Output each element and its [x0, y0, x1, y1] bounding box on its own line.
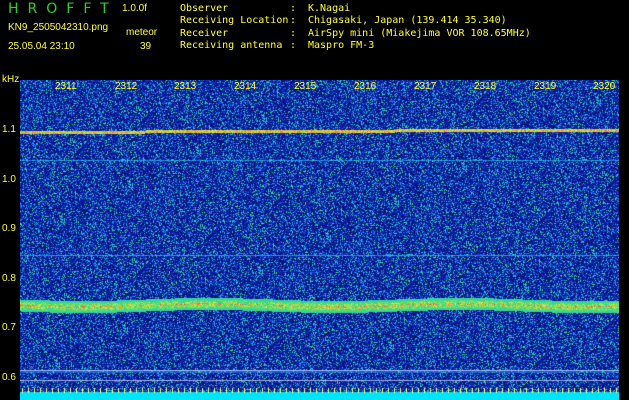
x-tick-label: 2320 [593, 81, 616, 92]
info-key: Observer [180, 3, 229, 14]
x-tick-label: 2318 [474, 81, 497, 92]
x-tick-label: 2313 [174, 81, 197, 92]
x-tick-label: 2316 [354, 81, 377, 92]
info-value: K.Nagai [308, 3, 351, 14]
info-value: Maspro FM-3 [308, 39, 375, 51]
detector-label: meteor [126, 27, 158, 38]
info-value: Chigasaki, Japan (139.414 35.340) [308, 15, 507, 27]
y-tick-label: 0.9 [2, 223, 16, 234]
x-tick-label: 2312 [115, 81, 138, 92]
info-separator: : [290, 3, 303, 14]
app-title: HROFFT [8, 1, 118, 17]
info-separator: : [290, 27, 303, 39]
y-tick-label: 0.7 [2, 322, 16, 333]
x-tick-label: 2311 [55, 81, 77, 92]
y-tick-label: 0.6 [2, 372, 16, 383]
info-row-antenna: Receiving antenna: Maspro FM-3 [180, 40, 531, 52]
version-label: 1.0.0f [122, 3, 148, 14]
y-tick-label: 0.8 [2, 273, 16, 284]
y-tick-label: 1.0 [2, 174, 16, 185]
waterfall-spectrogram: 2311 2312 2313 2314 2315 2316 2317 2318 … [20, 80, 620, 400]
info-key: Receiving antenna [180, 39, 283, 51]
info-row-observer: Observer: K.Nagai [180, 3, 531, 15]
info-key: Receiving Location [180, 15, 289, 27]
x-tick-label: 2314 [234, 81, 257, 92]
info-key: Receiver [180, 27, 229, 39]
x-tick-label: 2319 [534, 81, 557, 92]
station-info: Observer: K.Nagai Receiving Location: Ch… [180, 3, 531, 52]
y-axis-unit: kHz [2, 74, 20, 85]
x-tick-label: 2315 [294, 81, 317, 92]
y-tick-label: 1.1 [2, 124, 16, 135]
info-row-location: Receiving Location: Chigasaki, Japan (13… [180, 15, 531, 27]
info-value: AirSpy mini (Miakejima VOR 108.65MHz) [308, 27, 531, 39]
spectrogram-canvas [20, 80, 620, 400]
file-name: KN9_2505042310.png [8, 22, 109, 33]
timestamp: 25.05.04 23:10 [8, 41, 75, 52]
info-separator: : [290, 39, 303, 51]
info-row-receiver: Receiver: AirSpy mini (Miakejima VOR 108… [180, 28, 531, 40]
info-separator: : [290, 15, 303, 27]
x-tick-label: 2317 [414, 81, 437, 92]
right-frame [619, 80, 629, 400]
meteor-count: 39 [140, 41, 152, 52]
header-panel: HROFFT 1.0.0f KN9_2505042310.png meteor … [0, 0, 629, 72]
